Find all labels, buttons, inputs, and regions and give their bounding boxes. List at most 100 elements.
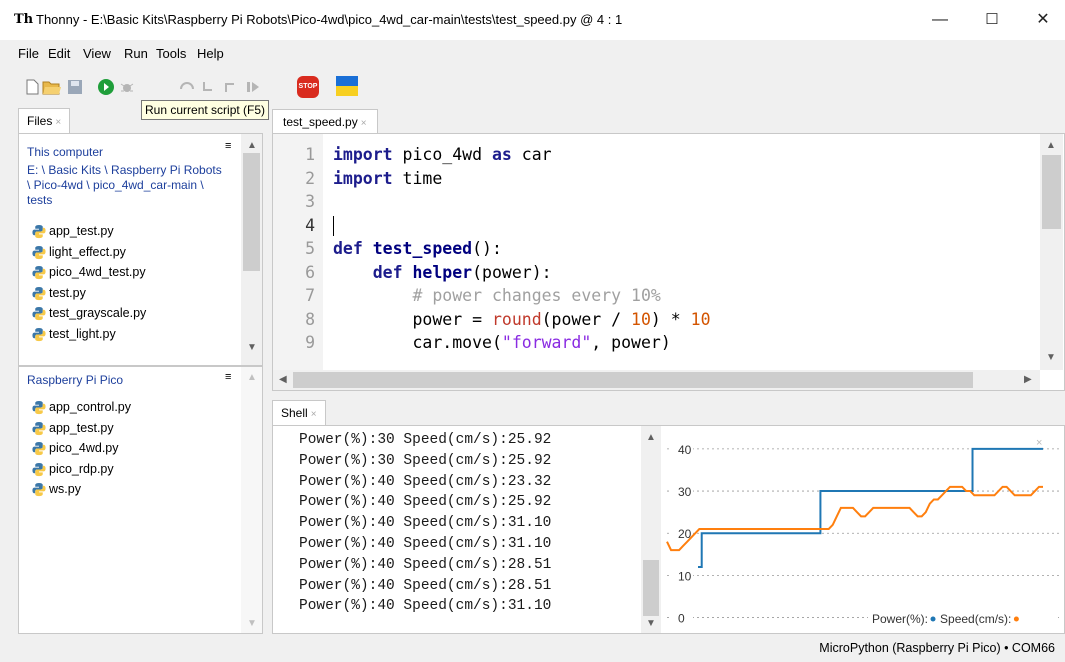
scroll-left-icon[interactable]: ◀ xyxy=(279,374,287,385)
close-button[interactable]: ✕ xyxy=(1031,8,1055,32)
shell-line: Power(%):30 Speed(cm/s):25.92 xyxy=(299,452,552,469)
new-file-icon[interactable] xyxy=(23,78,41,96)
computer-file-item[interactable]: pico_4wd_test.py xyxy=(29,262,239,283)
shell-line: Power(%):40 Speed(cm/s):31.10 xyxy=(299,515,552,532)
pico-scroll-down-icon[interactable]: ▼ xyxy=(247,618,257,629)
shell-scroll-down-icon[interactable]: ▼ xyxy=(646,618,656,629)
stop-icon[interactable]: STOP xyxy=(297,76,319,98)
pico-file-item[interactable]: app_test.py xyxy=(29,418,239,439)
scroll-up-icon[interactable]: ▲ xyxy=(247,140,257,151)
python-file-icon xyxy=(32,265,46,280)
code-token: power = xyxy=(333,309,492,329)
pico-file-item[interactable]: ws.py xyxy=(29,479,239,500)
menu-tools[interactable]: Tools xyxy=(156,46,186,61)
shell-scroll-thumb[interactable] xyxy=(643,560,659,616)
ukraine-flag-icon[interactable] xyxy=(336,76,358,96)
step-over-icon[interactable] xyxy=(178,78,196,96)
computer-file-item[interactable]: light_effect.py xyxy=(29,242,239,263)
panel-menu-icon[interactable]: ≡ xyxy=(225,140,231,152)
menu-view[interactable]: View xyxy=(83,46,111,61)
pico-file-item[interactable]: pico_rdp.py xyxy=(29,459,239,480)
y-tick-label: 40 xyxy=(678,443,692,457)
pico-scroll-up-icon[interactable]: ▲ xyxy=(247,372,257,383)
scroll-right-icon[interactable]: ▶ xyxy=(1024,374,1032,385)
pico-file-list: app_control.py app_test.py pico_4wd.pypico… xyxy=(29,397,239,500)
code-token: (): xyxy=(472,239,502,258)
editor-scroll-up-icon[interactable]: ▲ xyxy=(1046,140,1056,151)
close-tab-icon[interactable]: × xyxy=(55,117,61,128)
open-folder-icon[interactable] xyxy=(42,78,62,96)
tab-test-speed[interactable]: test_speed.py × xyxy=(272,109,378,133)
code-token: car.move( xyxy=(333,333,502,352)
file-name: test.py xyxy=(49,285,86,300)
menu-file[interactable]: File xyxy=(18,46,39,61)
current-path-breadcrumb[interactable]: E: \ Basic Kits \ Raspberry Pi Robots \ … xyxy=(27,163,227,208)
step-into-icon[interactable] xyxy=(200,78,218,96)
minimize-button[interactable]: — xyxy=(928,8,952,32)
interpreter-status[interactable]: MicroPython (Raspberry Pi Pico) • COM66 xyxy=(819,641,1055,655)
code-line: import pico_4wd as car xyxy=(333,143,1033,167)
computer-file-item[interactable]: test.py xyxy=(29,283,239,304)
code-token: import xyxy=(333,168,393,188)
run-icon[interactable] xyxy=(97,78,115,96)
menu-run[interactable]: Run xyxy=(124,46,148,61)
scroll-down-icon[interactable]: ▼ xyxy=(247,342,257,353)
maximize-button[interactable]: ☐ xyxy=(980,8,1004,32)
save-icon[interactable] xyxy=(66,78,84,96)
pico-file-item[interactable]: app_control.py xyxy=(29,397,239,418)
python-file-icon xyxy=(32,441,46,456)
file-name: pico_4wd.py xyxy=(49,441,119,455)
code-token: def xyxy=(333,239,363,258)
computer-file-item[interactable]: test_light.py xyxy=(29,324,239,345)
code-token: test_speed xyxy=(372,239,473,258)
raspberry-pi-pico-label: Raspberry Pi Pico xyxy=(27,373,124,387)
line-number: 4 xyxy=(305,215,315,235)
line-number: 2 xyxy=(305,168,315,188)
shell-line: Power(%):40 Speed(cm/s):31.10 xyxy=(299,598,552,615)
tab-files[interactable]: Files × xyxy=(18,108,71,133)
code-token: "forward" xyxy=(501,333,592,352)
text-cursor xyxy=(333,216,334,236)
code-editor[interactable]: import pico_4wd as car import time def tes… xyxy=(333,143,1033,369)
y-tick-label: 0 xyxy=(678,612,685,626)
menu-help[interactable]: Help xyxy=(197,46,224,61)
pico-file-item[interactable]: pico_4wd.py xyxy=(29,438,239,459)
legend-label: Power(%): xyxy=(872,612,928,626)
y-tick-label: 30 xyxy=(678,485,692,499)
python-file-icon xyxy=(32,421,46,435)
editor-scroll-down-icon[interactable]: ▼ xyxy=(1046,352,1056,363)
python-file-icon xyxy=(32,482,46,497)
close-editor-tab-icon[interactable]: × xyxy=(361,118,367,129)
python-file-icon xyxy=(32,400,46,415)
close-shell-tab-icon[interactable]: × xyxy=(311,409,317,420)
pico-scrollbar[interactable] xyxy=(241,367,262,633)
file-name: app_control.py xyxy=(49,400,132,414)
file-name: pico_4wd_test.py xyxy=(49,265,146,279)
computer-file-item[interactable]: test_grayscale.py xyxy=(29,303,239,324)
editor-h-scroll-thumb[interactable] xyxy=(293,372,973,388)
tab-shell[interactable]: Shell × xyxy=(272,400,326,425)
series-line-2 xyxy=(666,485,1043,552)
shell-output[interactable]: Power(%):30 Speed(cm/s):25.92 Power(%):30… xyxy=(299,430,551,617)
code-token: round xyxy=(491,309,542,329)
resume-icon[interactable] xyxy=(244,78,262,96)
file-name: pico_rdp.py xyxy=(49,461,114,476)
legend-label: Speed(cm/s): xyxy=(940,612,1011,626)
shell-line: Power(%):40 Speed(cm/s):28.51 xyxy=(299,556,552,573)
step-out-icon[interactable] xyxy=(222,78,240,96)
code-token: def xyxy=(372,262,403,282)
debug-icon[interactable] xyxy=(118,78,136,96)
code-line: def helper(power): xyxy=(333,261,1033,285)
file-name: test_grayscale.py xyxy=(49,306,147,320)
pico-panel-menu-icon[interactable]: ≡ xyxy=(225,371,231,383)
python-file-icon xyxy=(32,224,46,239)
editor-v-scroll-thumb[interactable] xyxy=(1042,155,1061,229)
files-scroll-thumb[interactable] xyxy=(243,153,260,271)
plotter-close-icon[interactable]: × xyxy=(1036,437,1042,449)
menu-edit[interactable]: Edit xyxy=(48,46,70,61)
computer-file-item[interactable]: app_test.py xyxy=(29,221,239,242)
window-title: Thonny - E:\Basic Kits\Raspberry Pi Robo… xyxy=(36,12,623,27)
this-computer-label: This computer xyxy=(27,145,104,159)
shell-scroll-up-icon[interactable]: ▲ xyxy=(646,432,656,443)
